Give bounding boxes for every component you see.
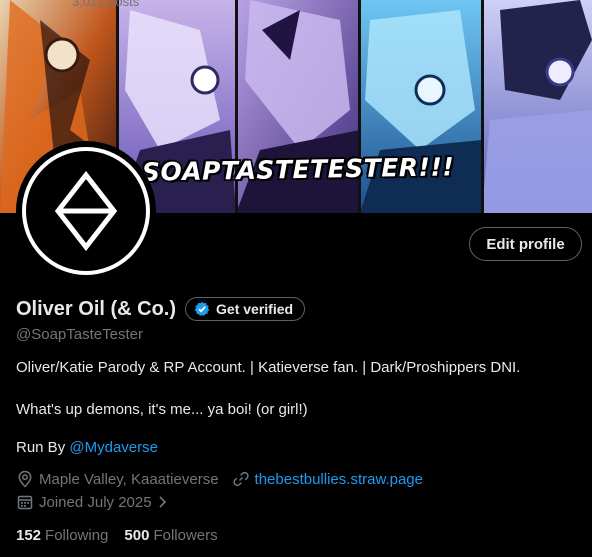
location-text: Maple Valley, Kaaatieverse <box>39 470 219 488</box>
name-row: Oliver Oil (& Co.) Get verified <box>16 297 306 321</box>
bio: Oliver/Katie Parody & RP Account. | Kati… <box>16 358 521 456</box>
handle: @SoapTasteTester <box>16 326 143 343</box>
avatar-ring <box>22 147 150 275</box>
posts-count: 3,012 posts <box>72 0 140 9</box>
bio-run-by-label: Run By <box>16 439 66 456</box>
display-name: Oliver Oil (& Co.) <box>16 297 177 320</box>
joined-date[interactable]: Joined July 2025 <box>16 493 174 511</box>
chevron-right-icon <box>159 496 166 508</box>
bio-line-3: Run By @Mydaverse <box>16 438 158 458</box>
banner-overlay-text: SOAPTASTETESTER!!! <box>140 151 456 188</box>
avatar[interactable] <box>16 141 156 281</box>
calendar-icon <box>17 495 33 510</box>
following-link[interactable]: 152 Following <box>16 527 108 544</box>
joined-row[interactable]: Joined July 2025 <box>16 493 174 511</box>
website-link[interactable]: thebestbullies.straw.page <box>255 471 423 488</box>
profile-meta-row: Maple Valley, Kaaatieverse thebestbullie… <box>16 470 423 488</box>
bio-line-1: Oliver/Katie Parody & RP Account. | Kati… <box>16 359 521 376</box>
location: Maple Valley, Kaaatieverse <box>16 470 219 488</box>
followers-count: 500 <box>124 527 150 544</box>
location-pin-icon <box>18 470 32 488</box>
get-verified-button[interactable]: Get verified <box>185 297 306 321</box>
joined-text: Joined July 2025 <box>39 493 152 511</box>
followers-label: Followers <box>153 527 218 544</box>
following-count: 152 <box>16 527 42 544</box>
follow-stats: 152 Following 500 Followers <box>16 527 234 544</box>
mention-link[interactable]: @Mydaverse <box>69 439 158 456</box>
website[interactable]: thebestbullies.straw.page <box>232 470 423 488</box>
link-icon <box>232 471 249 487</box>
followers-link[interactable]: 500 Followers <box>124 527 217 544</box>
following-label: Following <box>45 527 109 544</box>
triangle-diamond-logo-icon <box>54 171 118 251</box>
bio-line-2: What's up demons, it's me... ya boi! (or… <box>16 401 308 418</box>
edit-profile-button[interactable]: Edit profile <box>469 227 582 261</box>
verified-badge-icon <box>194 301 210 316</box>
get-verified-label: Get verified <box>216 301 294 317</box>
